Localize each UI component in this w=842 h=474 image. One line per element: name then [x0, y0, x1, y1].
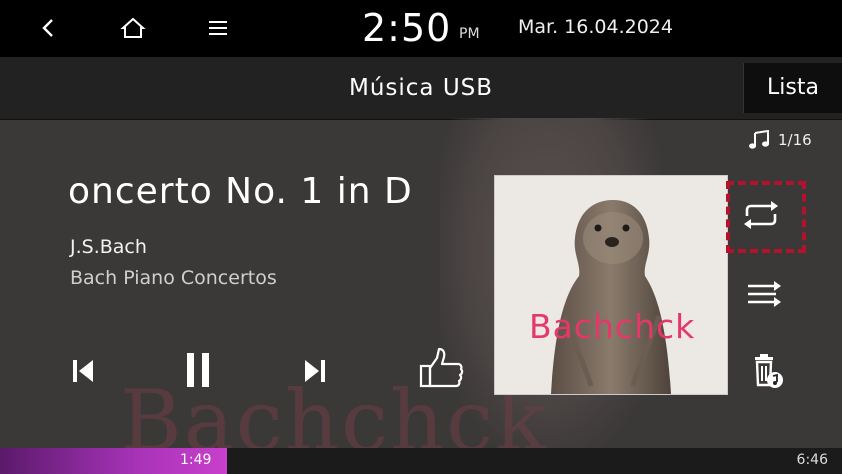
- list-button[interactable]: Lista: [743, 63, 842, 113]
- back-icon: [42, 19, 53, 37]
- next-button[interactable]: [294, 350, 336, 392]
- like-button[interactable]: [414, 344, 468, 392]
- repeat-icon: [744, 201, 778, 229]
- elapsed-time: 1:49: [180, 452, 212, 468]
- previous-icon: [73, 360, 93, 382]
- pause-icon: [187, 353, 209, 387]
- track-counter: 1/16: [748, 130, 812, 150]
- next-icon: [305, 360, 325, 382]
- delete-button[interactable]: [744, 348, 790, 394]
- status-bar: 2:50 PM Mar. 16.04.2024: [0, 0, 842, 57]
- total-duration: 6:46: [796, 452, 828, 468]
- music-player-screen: 2:50 PM Mar. 16.04.2024 Música USB Lista…: [0, 0, 842, 474]
- home-button[interactable]: [113, 8, 153, 48]
- shuffle-button[interactable]: [740, 272, 788, 316]
- page-title: Música USB: [348, 75, 494, 101]
- clock-time: 2:50: [362, 6, 452, 50]
- clock-ampm: PM: [459, 26, 480, 42]
- cover-title-text: Bachchck: [529, 307, 696, 346]
- previous-button[interactable]: [62, 350, 104, 392]
- menu-icon: [209, 21, 227, 35]
- artist-name: J.S.Bach: [70, 236, 147, 258]
- thumbs-up-icon: [419, 347, 464, 388]
- delete-icon: [755, 354, 783, 388]
- music-note-icon: [749, 130, 769, 149]
- album-name: Bach Piano Concertos: [70, 267, 277, 289]
- home-icon: [120, 17, 146, 38]
- progress-bar[interactable]: [0, 448, 842, 474]
- seal-figure-image: [551, 200, 671, 394]
- shuffle-icon: [748, 281, 781, 307]
- pause-button[interactable]: [176, 346, 220, 394]
- menu-button[interactable]: [198, 8, 238, 48]
- album-cover: Bachchck: [494, 175, 728, 395]
- back-button[interactable]: [28, 8, 68, 48]
- song-title: oncerto No. 1 in D: [68, 171, 413, 212]
- date-display: Mar. 16.04.2024: [518, 16, 673, 38]
- repeat-button[interactable]: [736, 193, 786, 237]
- title-bar: Música USB Lista: [0, 57, 842, 120]
- track-counter-label: 1/16: [778, 131, 812, 149]
